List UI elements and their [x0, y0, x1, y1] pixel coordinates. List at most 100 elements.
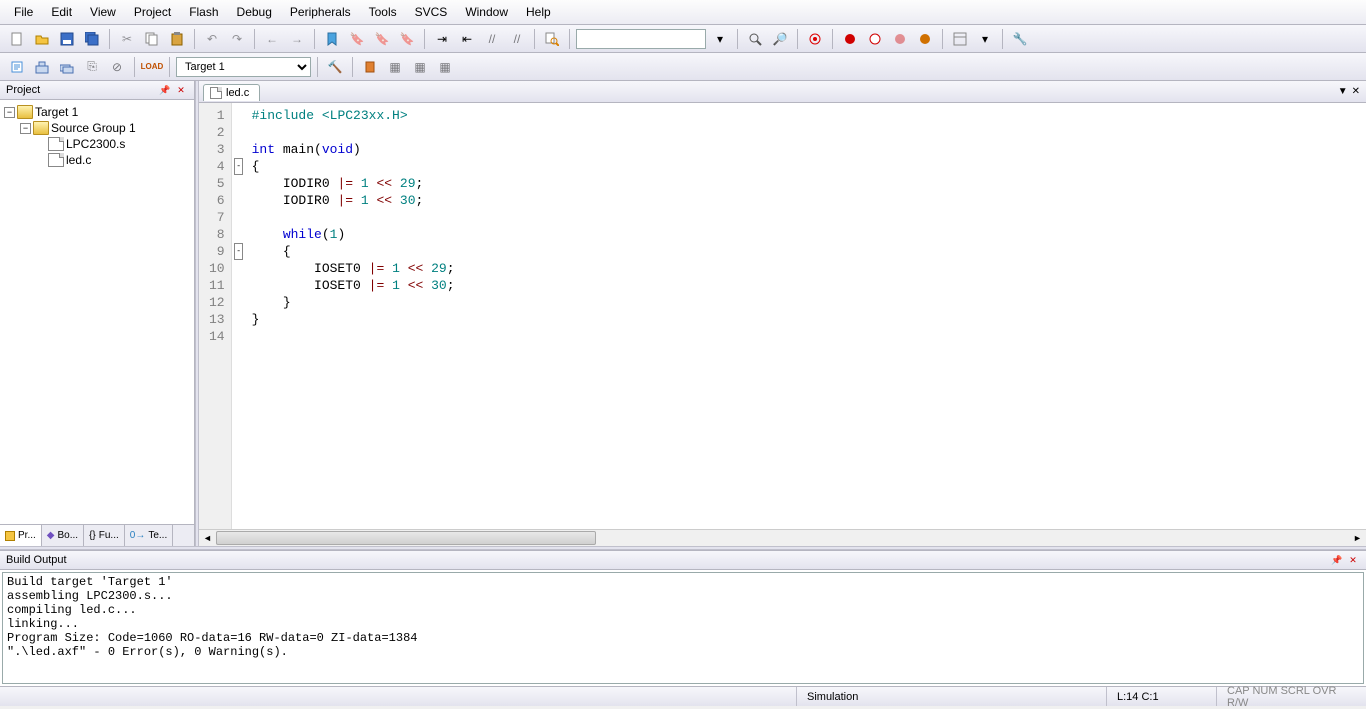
- translate-button[interactable]: [6, 56, 28, 78]
- target-options-button[interactable]: 🔨: [324, 56, 346, 78]
- redo-button[interactable]: ↷: [226, 28, 248, 50]
- copy-button[interactable]: [141, 28, 163, 50]
- functions-tab-icon: {}: [89, 530, 96, 541]
- tree-item-file[interactable]: led.c: [66, 153, 91, 167]
- nav-back-button[interactable]: ←: [261, 28, 283, 50]
- bookmark-clear-button[interactable]: 🔖: [396, 28, 418, 50]
- scroll-thumb[interactable]: [216, 531, 596, 545]
- menu-peripherals[interactable]: Peripherals: [282, 2, 359, 22]
- save-all-button[interactable]: [81, 28, 103, 50]
- code-content[interactable]: #include <LPC23xx.H>int main(void){ IODI…: [246, 103, 455, 529]
- menu-edit[interactable]: Edit: [43, 2, 80, 22]
- scroll-left-arrow[interactable]: ◄: [199, 530, 216, 546]
- status-cursor: L:14 C:1: [1106, 687, 1216, 706]
- build-output-label: Build Output: [6, 554, 67, 566]
- menubar: FileEditViewProjectFlashDebugPeripherals…: [0, 0, 1366, 25]
- tab-close-button[interactable]: ✕: [1352, 86, 1360, 97]
- editor-area: led.c ▼ ✕ 1234567891011121314 -- #includ…: [199, 81, 1366, 546]
- tab-books[interactable]: ◆Bo...: [42, 525, 84, 546]
- fold-column[interactable]: --: [232, 103, 246, 529]
- open-file-button[interactable]: [31, 28, 53, 50]
- find-button[interactable]: [744, 28, 766, 50]
- configure-button[interactable]: 🔧: [1009, 28, 1031, 50]
- project-tree[interactable]: − Target 1 − Source Group 1 LPC2300.s le…: [0, 100, 194, 524]
- menu-file[interactable]: File: [6, 2, 41, 22]
- tab-functions[interactable]: {}Fu...: [84, 525, 125, 546]
- asm-file-icon: [48, 137, 64, 151]
- pin-icon[interactable]: 📌: [1330, 553, 1344, 567]
- build-output-panel: Build Output 📌 ✕ Build target 'Target 1'…: [0, 550, 1366, 686]
- tab-project[interactable]: Pr...: [0, 525, 42, 546]
- stop-build-button[interactable]: ⊘: [106, 56, 128, 78]
- menu-window[interactable]: Window: [457, 2, 516, 22]
- tree-item-group[interactable]: Source Group 1: [51, 121, 136, 135]
- editor-tab-active[interactable]: led.c: [203, 84, 260, 101]
- bookmark-prev-button[interactable]: 🔖: [346, 28, 368, 50]
- find-in-files-button[interactable]: [541, 28, 563, 50]
- window-layout-dropdown[interactable]: ▾: [974, 28, 996, 50]
- paste-button[interactable]: [166, 28, 188, 50]
- nav-fwd-button[interactable]: →: [286, 28, 308, 50]
- pin-icon[interactable]: 📌: [158, 83, 172, 97]
- toolbar-main: ✂ ↶ ↷ ← → 🔖 🔖 🔖 ⇥ ⇤ // // ▾ 🔎 ▾ 🔧: [0, 25, 1366, 53]
- editor-tab-label: led.c: [226, 87, 249, 99]
- indent-button[interactable]: ⇥: [431, 28, 453, 50]
- project-panel: Project 📌 ✕ − Target 1 − Source Group 1 …: [0, 81, 195, 546]
- comment-button[interactable]: //: [481, 28, 503, 50]
- save-button[interactable]: [56, 28, 78, 50]
- batch-build-button[interactable]: ⎘: [81, 56, 103, 78]
- horizontal-scrollbar[interactable]: ◄ ►: [199, 529, 1366, 546]
- new-file-button[interactable]: [6, 28, 28, 50]
- breakpoint-insert-button[interactable]: [839, 28, 861, 50]
- statusbar: Simulation L:14 C:1 CAP NUM SCRL OVR R/W: [0, 686, 1366, 706]
- file-ext-button[interactable]: [359, 56, 381, 78]
- breakpoint-kill-button[interactable]: [914, 28, 936, 50]
- tab-dropdown-button[interactable]: ▼: [1338, 86, 1348, 97]
- breakpoint-disable-button[interactable]: [864, 28, 886, 50]
- target-select[interactable]: Target 1: [176, 57, 311, 77]
- outdent-button[interactable]: ⇤: [456, 28, 478, 50]
- build-output-title: Build Output 📌 ✕: [0, 551, 1366, 570]
- bookmark-next-button[interactable]: 🔖: [371, 28, 393, 50]
- tree-item-file[interactable]: LPC2300.s: [66, 137, 125, 151]
- tab-templates[interactable]: 0→Te...: [125, 525, 173, 546]
- window-layout-button[interactable]: [949, 28, 971, 50]
- debug-button[interactable]: [804, 28, 826, 50]
- download-button[interactable]: LOAD: [141, 56, 163, 78]
- cut-button[interactable]: ✂: [116, 28, 138, 50]
- toolbar-build: ⎘ ⊘ LOAD Target 1 🔨 ▦ ▦ ▦: [0, 53, 1366, 81]
- menu-view[interactable]: View: [82, 2, 124, 22]
- c-file-icon: [48, 153, 64, 167]
- manage-button3[interactable]: ▦: [434, 56, 456, 78]
- close-icon[interactable]: ✕: [174, 83, 188, 97]
- search-input[interactable]: [576, 29, 706, 49]
- scroll-right-arrow[interactable]: ►: [1349, 530, 1366, 546]
- menu-debug[interactable]: Debug: [229, 2, 280, 22]
- menu-flash[interactable]: Flash: [181, 2, 226, 22]
- menu-project[interactable]: Project: [126, 2, 179, 22]
- editor-tabstrip: led.c ▼ ✕: [199, 81, 1366, 103]
- tree-toggle[interactable]: −: [4, 107, 15, 118]
- project-panel-label: Project: [6, 84, 40, 96]
- tree-toggle[interactable]: −: [20, 123, 31, 134]
- breakpoint-enable-button[interactable]: [889, 28, 911, 50]
- bookmark-toggle-button[interactable]: [321, 28, 343, 50]
- project-bottom-tabs: Pr... ◆Bo... {}Fu... 0→Te...: [0, 524, 194, 546]
- menu-tools[interactable]: Tools: [361, 2, 405, 22]
- menu-svcs[interactable]: SVCS: [407, 2, 456, 22]
- rebuild-button[interactable]: [56, 56, 78, 78]
- manage-button2[interactable]: ▦: [409, 56, 431, 78]
- close-icon[interactable]: ✕: [1346, 553, 1360, 567]
- incremental-find-button[interactable]: 🔎: [769, 28, 791, 50]
- manage-button1[interactable]: ▦: [384, 56, 406, 78]
- undo-button[interactable]: ↶: [201, 28, 223, 50]
- c-file-icon: [210, 87, 222, 99]
- templates-tab-icon: 0→: [130, 530, 146, 541]
- menu-help[interactable]: Help: [518, 2, 559, 22]
- build-output-text[interactable]: Build target 'Target 1' assembling LPC23…: [2, 572, 1364, 684]
- code-editor[interactable]: 1234567891011121314 -- #include <LPC23xx…: [199, 103, 1366, 529]
- search-dropdown-button[interactable]: ▾: [709, 28, 731, 50]
- tree-item-target[interactable]: Target 1: [35, 105, 78, 119]
- build-button[interactable]: [31, 56, 53, 78]
- uncomment-button[interactable]: //: [506, 28, 528, 50]
